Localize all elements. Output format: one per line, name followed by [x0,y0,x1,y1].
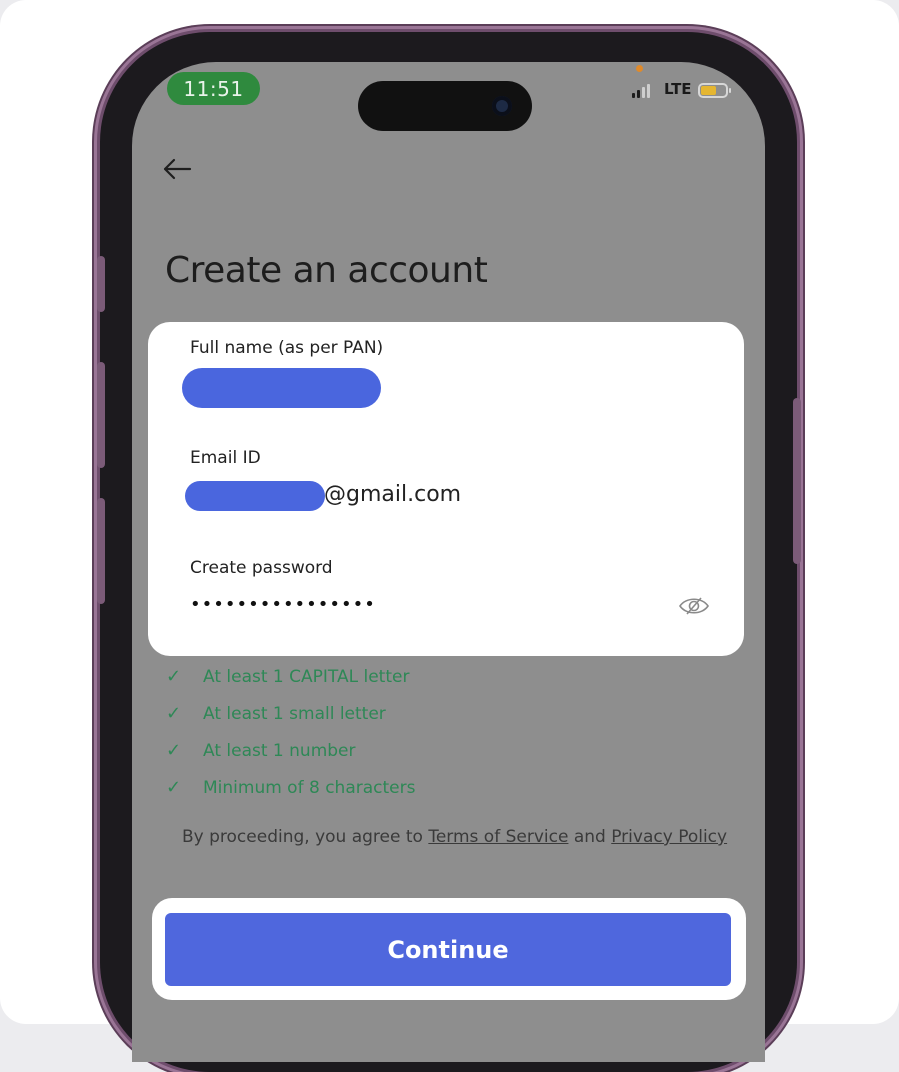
password-field[interactable]: •••••••••••••••• [190,594,376,615]
rule-item: ✓ At least 1 number [166,740,356,761]
privacy-indicator-dot [636,65,643,72]
rule-item: ✓ At least 1 small letter [166,703,386,724]
email-redaction [185,481,325,511]
terms-of-service-link[interactable]: Terms of Service [428,827,568,847]
full-name-label: Full name (as per PAN) [190,338,384,358]
email-domain: @gmail.com [324,482,462,507]
rule-item: ✓ Minimum of 8 characters [166,777,416,798]
phone-power-button [793,398,801,564]
password-rules: ✓ At least 1 CAPITAL letter ✓ At least 1 s… [166,658,415,806]
check-icon: ✓ [166,777,182,798]
status-time: 11:51 [167,72,260,105]
check-icon: ✓ [166,666,182,687]
continue-button[interactable]: Continue [165,913,731,986]
check-icon: ✓ [166,703,182,724]
dynamic-island [358,81,532,131]
signal-icon [632,84,650,98]
check-icon: ✓ [166,740,182,761]
phone-volume-down-button [97,498,105,604]
phone-action-button [97,256,105,312]
full-name-field[interactable] [182,368,381,408]
email-label: Email ID [190,448,261,468]
password-label: Create password [190,558,333,578]
arrow-left-icon[interactable] [162,157,192,186]
rule-item: ✓ At least 1 CAPITAL letter [166,666,410,687]
camera-icon [492,96,512,116]
phone-volume-up-button [97,362,105,468]
battery-icon [698,83,731,98]
legal-notice: By proceeding, you agree to Terms of Ser… [182,827,728,847]
signup-form-card: Full name (as per PAN) Email ID @gmail.c… [148,322,744,656]
page-title: Create an account [165,250,488,291]
network-type: LTE [664,80,692,98]
eye-off-icon[interactable] [678,595,710,617]
privacy-policy-link[interactable]: Privacy Policy [611,827,727,847]
continue-highlight: Continue [152,898,746,1000]
